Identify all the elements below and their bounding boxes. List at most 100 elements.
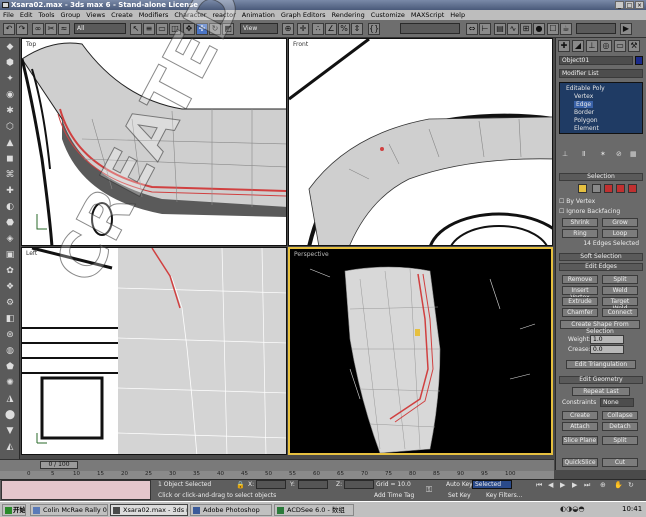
by-vertex-checkbox[interactable]: ☐ By Vertex (559, 197, 643, 206)
y-coord-field[interactable] (298, 480, 328, 489)
tool-icon-26[interactable]: ◭ (3, 442, 17, 453)
tool-icon-22[interactable]: ✺ (3, 378, 17, 389)
menu-graph-editors[interactable]: Graph Editors (281, 10, 326, 20)
tool-icon-15[interactable]: ✿ (3, 266, 17, 277)
prev-frame-icon[interactable]: ◀ (548, 481, 553, 489)
chamfer-button[interactable]: Chamfer (562, 308, 598, 317)
tool-icon-18[interactable]: ◧ (3, 314, 17, 325)
menu-rendering[interactable]: Rendering (332, 10, 365, 20)
key-mode-dropdown[interactable]: Selected (472, 480, 512, 489)
tool-icon-5[interactable]: ✱ (3, 106, 17, 117)
object-color-swatch[interactable] (635, 56, 643, 65)
edge-level-icon[interactable] (592, 184, 601, 193)
select-and-manipulate-icon[interactable]: ✛ (297, 23, 309, 35)
select-scale-icon[interactable]: ◩ (222, 23, 234, 35)
edit-edges-rollout-header[interactable]: Edit Edges (559, 263, 643, 271)
select-move-icon[interactable]: ✢ (196, 23, 208, 35)
curve-editor-icon[interactable]: ∿ (507, 23, 519, 35)
utilities-tab-icon[interactable]: ⚒ (628, 40, 640, 52)
angle-snap-icon[interactable]: ∠ (325, 23, 337, 35)
menu-help[interactable]: Help (450, 10, 465, 20)
menu-views[interactable]: Views (86, 10, 105, 20)
render-last-icon[interactable]: ▶ (620, 23, 632, 35)
taskbar-item-acdsee[interactable]: ACDSee 6.0 - 数组 (274, 504, 354, 516)
tool-icon-6[interactable]: ⬡ (3, 122, 17, 133)
split-checkbox[interactable]: Split (602, 436, 638, 445)
viewport-label-left[interactable]: Left (26, 250, 37, 257)
configure-sets-icon[interactable]: ▦ (630, 150, 637, 158)
unlink-icon[interactable]: ✂ (45, 23, 57, 35)
app-icon[interactable] (2, 2, 9, 8)
select-object-icon[interactable]: ↖ (130, 23, 142, 35)
weight-spinner[interactable]: 1.0 (590, 335, 624, 344)
edit-geometry-rollout-header[interactable]: Edit Geometry (559, 376, 643, 384)
stack-item-element[interactable]: Element (574, 125, 599, 132)
element-level-icon[interactable] (628, 184, 637, 193)
set-key-button[interactable]: Set Key (448, 492, 471, 499)
ring-button[interactable]: Ring (562, 229, 598, 238)
timeline-ruler[interactable]: 0 5 10 15 20 25 30 35 40 45 50 55 60 65 … (0, 471, 554, 479)
menu-character[interactable]: Character (174, 10, 206, 20)
tool-icon-10[interactable]: ✚ (3, 186, 17, 197)
stack-item-border[interactable]: Border (574, 109, 594, 116)
collapse-button[interactable]: Collapse (602, 411, 638, 420)
soft-selection-rollout-header[interactable]: Soft Selection (559, 253, 643, 261)
menu-animation[interactable]: Animation (242, 10, 275, 20)
quick-render-icon[interactable]: ☕ (560, 23, 572, 35)
show-end-result-icon[interactable]: Ⅱ (582, 150, 585, 158)
z-coord-field[interactable] (344, 480, 374, 489)
constraints-dropdown[interactable]: None (600, 398, 634, 407)
time-slider-track[interactable] (0, 459, 554, 471)
close-button[interactable]: × (635, 1, 644, 9)
key-filters-button[interactable]: Key Filters... (486, 492, 523, 499)
tool-icon-12[interactable]: ⬣ (3, 218, 17, 229)
redo-icon[interactable]: ↷ (16, 23, 28, 35)
go-to-end-icon[interactable]: ⏭ (584, 481, 590, 490)
extrude-button[interactable]: Extrude (562, 297, 598, 306)
tool-icon-25[interactable]: ▼ (3, 426, 17, 437)
stack-item-editable-poly[interactable]: Editable Poly (566, 85, 605, 92)
hierarchy-tab-icon[interactable]: ⊥ (586, 40, 598, 52)
modify-tab-icon[interactable]: ◢ (572, 40, 584, 52)
create-button[interactable]: Create (562, 411, 598, 420)
tool-icon-14[interactable]: ▣ (3, 250, 17, 261)
minimize-button[interactable]: _ (615, 1, 624, 9)
tool-icon-17[interactable]: ⚙ (3, 298, 17, 309)
tray-icons[interactable]: ◐◑◒◓ (560, 505, 584, 513)
mirror-icon[interactable]: ⇔ (466, 23, 478, 35)
weld-button[interactable]: Weld (602, 286, 638, 295)
shrink-button[interactable]: Shrink (562, 218, 598, 227)
modifier-list-dropdown[interactable]: Modifier List (559, 69, 643, 78)
bind-space-warp-icon[interactable]: ≈ (58, 23, 70, 35)
pan-icon[interactable]: ✋ (614, 481, 623, 489)
pin-stack-icon[interactable]: ⊥ (562, 150, 568, 158)
taskbar-item-3dsmax[interactable]: Xsara02.max - 3ds max ... (110, 504, 188, 516)
tool-icon-3[interactable]: ✦ (3, 74, 17, 85)
go-to-start-icon[interactable]: ⏮ (536, 481, 542, 490)
polygon-level-icon[interactable] (616, 184, 625, 193)
menu-edit[interactable]: Edit (20, 10, 33, 20)
tool-icon-16[interactable]: ❖ (3, 282, 17, 293)
snap-toggle-icon[interactable]: ∴ (312, 23, 324, 35)
named-selection-dropdown[interactable] (400, 23, 460, 34)
crease-spinner[interactable]: 0.0 (590, 345, 624, 354)
make-unique-icon[interactable]: ✶ (600, 150, 606, 158)
tool-icon-20[interactable]: ◍ (3, 346, 17, 357)
object-name-field[interactable]: Object01 (559, 56, 633, 65)
selection-rollout-header[interactable]: Selection (559, 173, 643, 181)
tool-icon-21[interactable]: ⬟ (3, 362, 17, 373)
start-button[interactable]: 开始 (2, 504, 26, 516)
ref-coord-dropdown[interactable]: View (240, 23, 278, 34)
add-time-tag[interactable]: Add Time Tag (374, 492, 414, 499)
play-icon[interactable]: ▶ (560, 481, 565, 489)
viewport-front[interactable]: Front (288, 38, 553, 246)
quickslice-button[interactable]: QuickSlice (562, 458, 598, 467)
align-icon[interactable]: ⊢ (479, 23, 491, 35)
selection-filter-dropdown[interactable]: All (74, 23, 126, 34)
vertex-level-icon[interactable] (578, 184, 587, 193)
tool-icon-19[interactable]: ⊛ (3, 330, 17, 341)
menu-create[interactable]: Create (111, 10, 133, 20)
pivot-center-icon[interactable]: ⊕ (282, 23, 294, 35)
grow-button[interactable]: Grow (602, 218, 638, 227)
taskbar-item-photoshop[interactable]: Adobe Photoshop (190, 504, 272, 516)
